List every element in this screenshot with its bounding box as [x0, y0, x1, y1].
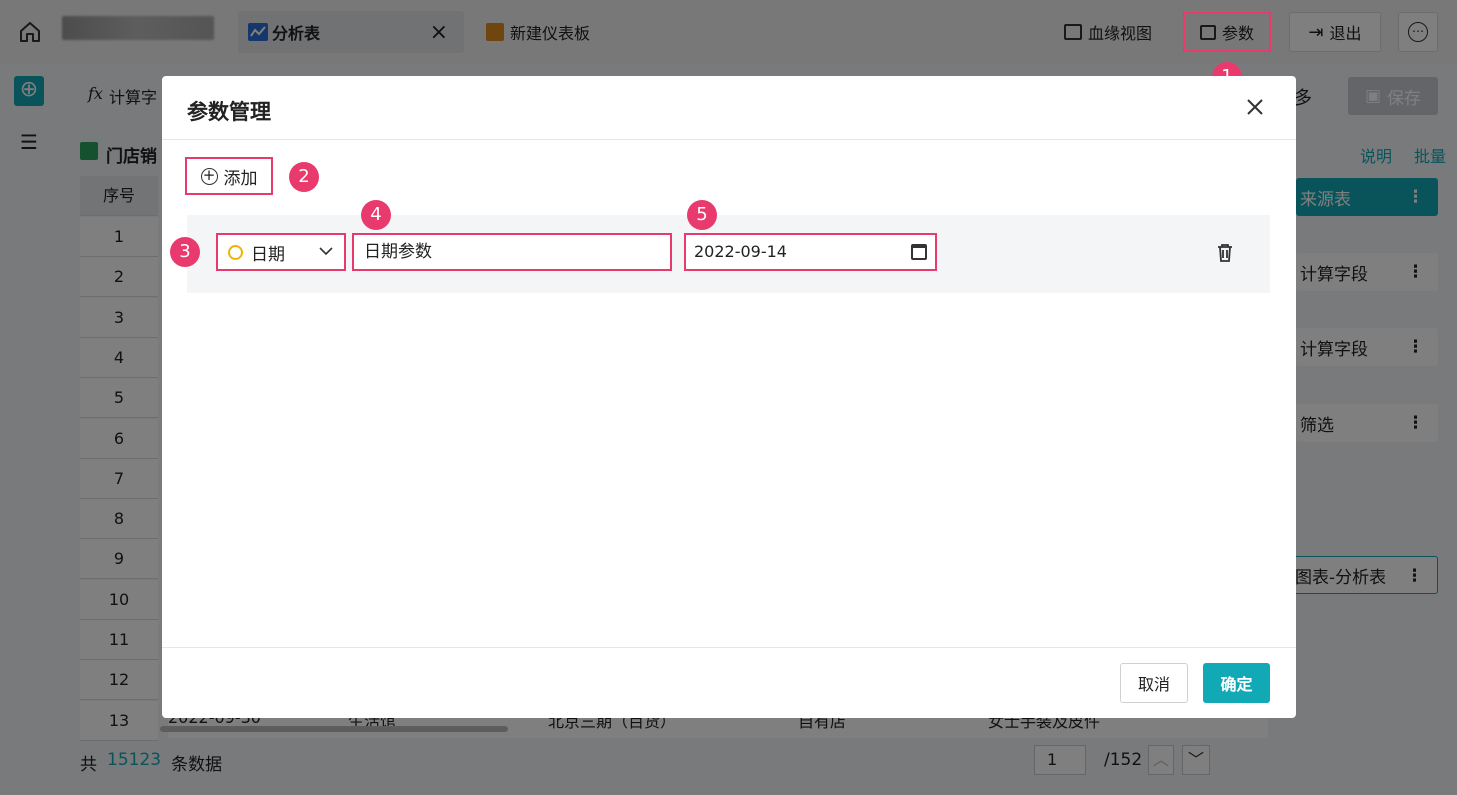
trash-icon[interactable]: [1216, 243, 1234, 263]
annotation-marker-3: 3: [170, 237, 200, 267]
add-param-button[interactable]: + 添加: [185, 157, 273, 195]
param-dialog: 参数管理 + 添加 2 3 日期 4 日期参数 5 2022-09-14 取消 …: [162, 76, 1296, 718]
annotation-marker-2: 2: [289, 162, 319, 192]
cancel-button[interactable]: 取消: [1120, 663, 1188, 703]
dialog-title: 参数管理: [187, 100, 271, 124]
params-button-highlight: [1183, 12, 1271, 52]
param-name-input[interactable]: 日期参数: [352, 233, 672, 271]
param-type-select[interactable]: 日期: [216, 233, 346, 271]
close-icon[interactable]: [1244, 96, 1266, 118]
chevron-down-icon: [318, 241, 334, 266]
plus-circle-icon: +: [200, 167, 218, 185]
annotation-marker-4: 4: [361, 200, 391, 230]
clock-icon: [228, 244, 243, 260]
param-value: 2022-09-14: [694, 242, 787, 261]
annotation-marker-5: 5: [687, 200, 717, 230]
add-param-label: 添加: [223, 168, 258, 189]
dialog-divider: [162, 139, 1296, 140]
calendar-icon[interactable]: [911, 244, 927, 260]
param-value-date-input[interactable]: 2022-09-14: [684, 233, 937, 271]
ok-button[interactable]: 确定: [1203, 663, 1270, 703]
param-type-value: 日期: [251, 244, 285, 265]
dialog-footer-divider: [162, 647, 1296, 648]
